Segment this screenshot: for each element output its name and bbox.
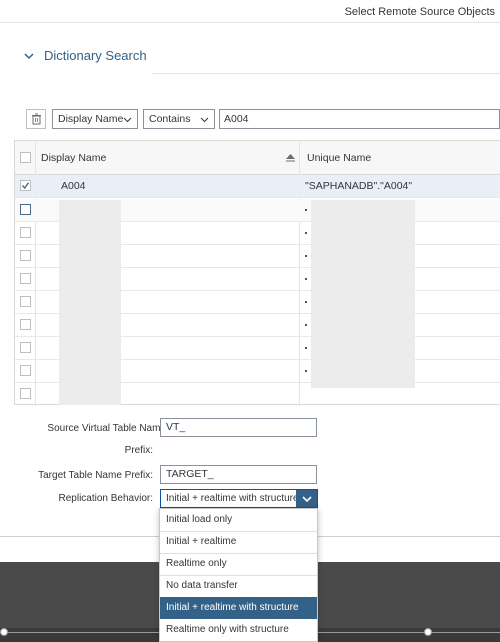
redacted-mark xyxy=(305,324,307,326)
sort-icon[interactable] xyxy=(286,154,295,162)
table-header: Display Name Unique Name xyxy=(15,141,500,175)
replication-behavior-label: Replication Behavior: xyxy=(58,493,154,504)
chevron-down-icon xyxy=(123,117,132,123)
target-prefix-input[interactable]: TARGET_ xyxy=(160,465,317,484)
resize-handle[interactable] xyxy=(0,628,8,636)
checkmark-icon xyxy=(22,182,30,190)
redacted-mark xyxy=(305,209,307,211)
source-prefix-input[interactable]: VT_ xyxy=(160,418,317,437)
chevron-down-icon xyxy=(200,117,209,123)
dictionary-search-header[interactable]: Dictionary Search xyxy=(22,48,147,63)
filter-operator-value: Contains xyxy=(149,113,191,125)
chevron-down-icon[interactable] xyxy=(22,49,36,63)
redacted-mark xyxy=(305,347,307,349)
row-checkbox[interactable] xyxy=(20,319,31,330)
cell-display-name: A004 xyxy=(61,180,86,192)
replication-behavior-dropdown: Initial load only Initial + realtime Rea… xyxy=(159,508,318,642)
redacted-mark xyxy=(305,255,307,257)
target-prefix-label: Target Table Name Prefix: xyxy=(38,470,153,481)
filter-value-input[interactable]: A004 xyxy=(219,109,500,129)
trash-icon xyxy=(31,113,41,125)
cell-unique-name: "SAPHANADB"."A004" xyxy=(305,180,413,192)
section-title: Dictionary Search xyxy=(44,48,147,63)
redacted-mark xyxy=(305,278,307,280)
chevron-down-icon xyxy=(301,495,312,502)
source-prefix-label-line2: Prefix: xyxy=(124,445,153,456)
row-checkbox[interactable] xyxy=(20,388,31,399)
redacted-area xyxy=(311,200,415,388)
column-header-display-name[interactable]: Display Name xyxy=(41,141,106,175)
row-checkbox[interactable] xyxy=(20,273,31,284)
source-prefix-label: Source Virtual Table Name xyxy=(47,423,166,434)
row-checkbox[interactable] xyxy=(20,227,31,238)
filter-field-select[interactable]: Display Name xyxy=(52,109,138,129)
row-checkbox[interactable] xyxy=(20,342,31,353)
filter-field-value: Display Name xyxy=(58,113,124,125)
option-initial-realtime[interactable]: Initial + realtime xyxy=(160,531,317,553)
resize-handle[interactable] xyxy=(424,628,432,636)
option-initial-realtime-structure[interactable]: Initial + realtime with structure xyxy=(160,597,317,619)
row-checkbox[interactable] xyxy=(20,250,31,261)
row-checkbox[interactable] xyxy=(20,296,31,307)
section-divider xyxy=(152,73,500,74)
redacted-mark xyxy=(305,370,307,372)
redacted-mark xyxy=(305,301,307,303)
option-no-data-transfer[interactable]: No data transfer xyxy=(160,575,317,597)
row-checkbox[interactable] xyxy=(20,204,31,215)
search-results-table: Display Name Unique Name A004 "SAPHANADB… xyxy=(14,140,500,406)
table-row[interactable]: A004 "SAPHANADB"."A004" xyxy=(15,175,500,198)
option-realtime-only[interactable]: Realtime only xyxy=(160,553,317,575)
replication-behavior-combobox[interactable]: Initial + realtime with structure xyxy=(160,489,318,508)
window-title: Select Remote Source Objects xyxy=(344,6,495,18)
column-header-unique-name[interactable]: Unique Name xyxy=(307,141,371,175)
row-checkbox[interactable] xyxy=(20,365,31,376)
delete-filter-button[interactable] xyxy=(26,109,46,129)
top-divider xyxy=(0,22,500,23)
option-realtime-only-structure[interactable]: Realtime only with structure xyxy=(160,619,317,641)
option-initial-load-only[interactable]: Initial load only xyxy=(160,509,317,531)
filter-operator-select[interactable]: Contains xyxy=(143,109,215,129)
replication-dropdown-button[interactable] xyxy=(296,490,317,507)
redacted-area xyxy=(59,200,121,405)
select-all-checkbox[interactable] xyxy=(20,152,31,163)
row-checkbox[interactable] xyxy=(20,180,31,191)
redacted-mark xyxy=(305,232,307,234)
